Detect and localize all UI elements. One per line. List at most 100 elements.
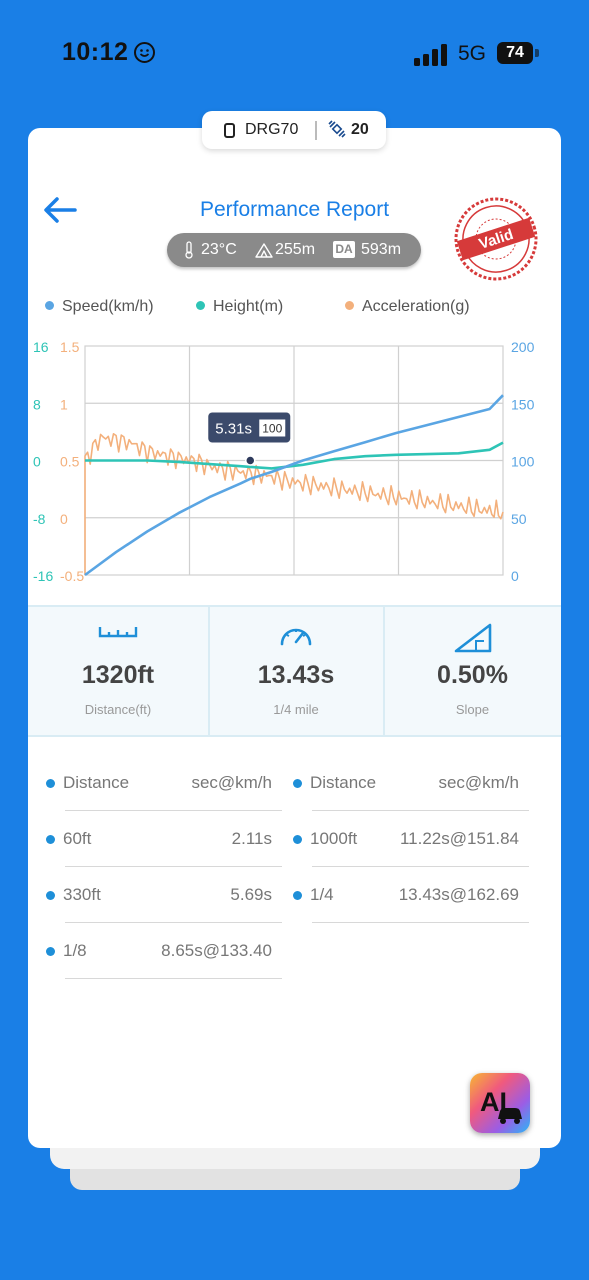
table-row: 330ft 5.69s — [46, 867, 282, 923]
table-cell: Distance sec@km/h — [46, 755, 282, 811]
table-cell: 1000ft 11.22s@151.84 — [293, 811, 529, 867]
acceleration-dot — [345, 301, 354, 311]
stat-distance-value: 1320ft — [81, 661, 155, 689]
bullet — [293, 835, 302, 844]
table-header-right: Distance sec@km/h — [293, 755, 529, 811]
speed-tick-label: 150 — [511, 396, 535, 412]
speed-dot — [45, 301, 54, 311]
height-tick-label: 8 — [33, 396, 41, 412]
temperature: 23°C — [201, 241, 237, 258]
altitude: 255m — [275, 241, 316, 258]
bullet — [46, 779, 55, 788]
row-value: 8.65s@133.40 — [161, 941, 272, 960]
accel-tick-label: 0 — [60, 511, 68, 527]
chart-legend: Speed(km/h) Height(m) Acceleration(g) — [28, 298, 561, 318]
table-row: 1000ft 11.22s@151.84 — [293, 811, 529, 867]
stat-slope-value: 0.50% — [437, 661, 508, 689]
header-value: sec@km/h — [438, 773, 519, 792]
density-altitude: 593m — [361, 241, 402, 258]
accel-tick-label: -0.5 — [60, 568, 84, 584]
valid-stamp: Valid — [454, 197, 538, 281]
table-row: 1/4 13.43s@162.69 — [293, 867, 529, 923]
tooltip-speed: 100 — [262, 422, 282, 436]
table-header-left: Distance sec@km/h — [46, 755, 282, 811]
stat-distance-label: Distance(ft) — [84, 702, 152, 717]
legend-acceleration-label: Acceleration(g) — [362, 298, 470, 315]
legend-height[interactable]: Height(m) — [196, 298, 283, 316]
height-tick-label: -8 — [33, 511, 46, 527]
stats-panel: 1320ft Distance(ft) 13.43s 1/4 mile 0.50… — [28, 605, 561, 737]
ai-icon: AI — [470, 1073, 530, 1133]
smiley-icon — [134, 42, 155, 63]
stat-slope: 0.50% Slope — [384, 607, 561, 735]
stat-quarter-mile: 13.43s 1/4 mile — [209, 607, 383, 735]
legend-acceleration[interactable]: Acceleration(g) — [345, 298, 470, 316]
stat-slope-label: Slope — [455, 702, 490, 717]
device-name: DRG70 — [245, 121, 299, 138]
row-key: 1000ft — [310, 829, 358, 848]
table-row: 1/8 8.65s@133.40 — [46, 923, 282, 979]
row-divider — [312, 921, 529, 923]
bullet — [46, 835, 55, 844]
ruler-icon — [98, 627, 138, 638]
device-icon — [224, 123, 235, 138]
row-key: 60ft — [63, 829, 92, 848]
battery-icon: 74 — [497, 42, 533, 64]
speed-tick-label: 100 — [511, 454, 535, 470]
height-tick-label: -16 — [33, 568, 53, 584]
report-card: Performance Report 23°C 255m DA 593m Val… — [28, 128, 561, 1148]
bullet — [46, 947, 55, 956]
battery-tip — [535, 49, 539, 57]
speed-tick-label: 200 — [511, 339, 535, 355]
performance-chart[interactable]: 16 8 0 -8 -16 1.5 1 0.5 0 -0.5 200 150 100 50 0 5.31s 10… — [28, 328, 561, 598]
slope-icon — [454, 623, 491, 653]
bullet — [46, 891, 55, 900]
accel-tick-label: 1 — [60, 396, 68, 412]
clock: 10:12 — [62, 38, 129, 66]
network-type: 5G — [458, 42, 487, 65]
device-selector[interactable]: DRG70 20 — [202, 111, 386, 149]
row-key: 330ft — [63, 885, 101, 904]
legend-speed[interactable]: Speed(km/h) — [45, 298, 154, 316]
height-dot — [196, 301, 205, 311]
bullet — [293, 779, 302, 788]
status-bar: 10:12 5G 74 — [0, 0, 589, 100]
table-cell: 1/4 13.43s@162.69 — [293, 867, 529, 923]
table-cell: 1/8 8.65s@133.40 — [46, 923, 282, 979]
header-value: sec@km/h — [191, 773, 272, 792]
accel-tick-label: 1.5 — [60, 339, 80, 355]
header-key: Distance — [63, 773, 130, 792]
stat-quarter-mile-value: 13.43s — [257, 661, 335, 689]
legend-height-label: Height(m) — [213, 298, 284, 315]
row-value: 2.11s — [231, 829, 272, 848]
height-tick-label: 0 — [33, 454, 41, 470]
table-cell: 330ft 5.69s — [46, 867, 282, 923]
row-value: 13.43s@162.69 — [398, 885, 519, 904]
accel-tick-label: 0.5 — [60, 454, 80, 470]
ai-assistant-button[interactable]: AI — [470, 1073, 530, 1133]
table-row: 60ft 2.11s — [46, 811, 282, 867]
speed-tick-label: 0 — [511, 568, 519, 584]
row-key: 1/4 — [310, 885, 334, 904]
height-tick-label: 16 — [33, 339, 49, 355]
stat-distance: 1320ft Distance(ft) — [28, 607, 208, 735]
row-divider — [65, 977, 282, 979]
tooltip-time: 5.31s — [215, 421, 252, 438]
table-cell: 60ft 2.11s — [46, 811, 282, 867]
divider — [315, 121, 317, 140]
row-value: 11.22s@151.84 — [399, 829, 519, 848]
satellite-count: 20 — [351, 121, 369, 138]
row-key: 1/8 — [63, 941, 87, 960]
satellite-icon — [328, 120, 346, 138]
mountain-icon — [255, 243, 273, 258]
speedometer-icon — [280, 628, 312, 646]
thermometer-icon — [185, 241, 193, 259]
row-value: 5.69s — [230, 885, 272, 904]
da-icon: DA — [333, 241, 355, 258]
legend-speed-label: Speed(km/h) — [62, 298, 154, 315]
stat-quarter-mile-label: 1/4 mile — [273, 702, 319, 717]
signal-icon — [414, 44, 447, 66]
table-cell: Distance sec@km/h — [293, 755, 529, 811]
bullet — [293, 891, 302, 900]
speed-tick-label: 50 — [511, 511, 527, 527]
